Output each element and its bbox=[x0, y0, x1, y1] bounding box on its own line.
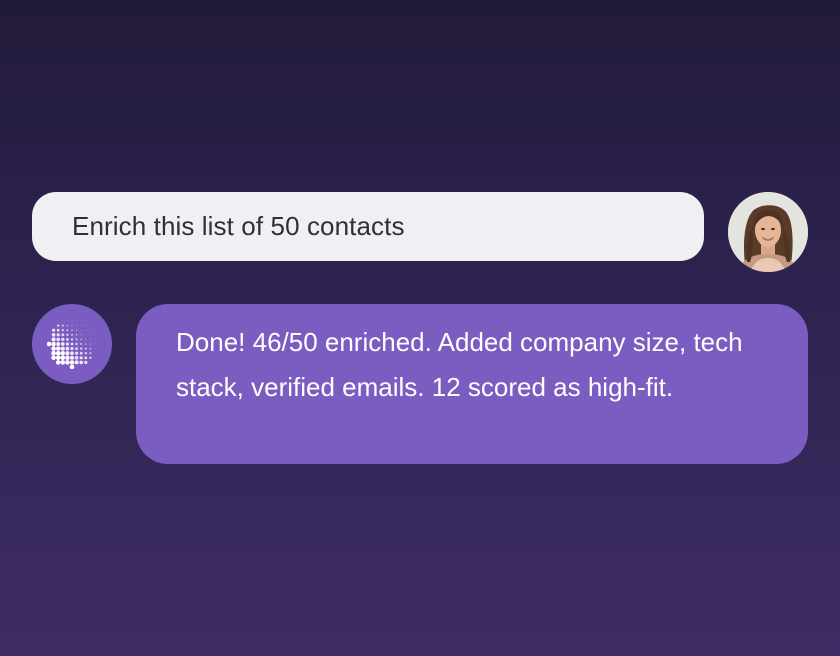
assistant-message-text: Done! 46/50 enriched. Added company size… bbox=[176, 327, 743, 402]
dotted-sphere-logo-icon bbox=[47, 320, 96, 369]
user-avatar bbox=[728, 192, 808, 272]
assistant-message-bubble: Done! 46/50 enriched. Added company size… bbox=[136, 304, 808, 464]
user-message-bubble: Enrich this list of 50 contacts bbox=[32, 192, 704, 261]
user-message-text: Enrich this list of 50 contacts bbox=[72, 211, 405, 241]
assistant-avatar bbox=[32, 304, 112, 384]
user-photo-icon bbox=[728, 192, 808, 272]
